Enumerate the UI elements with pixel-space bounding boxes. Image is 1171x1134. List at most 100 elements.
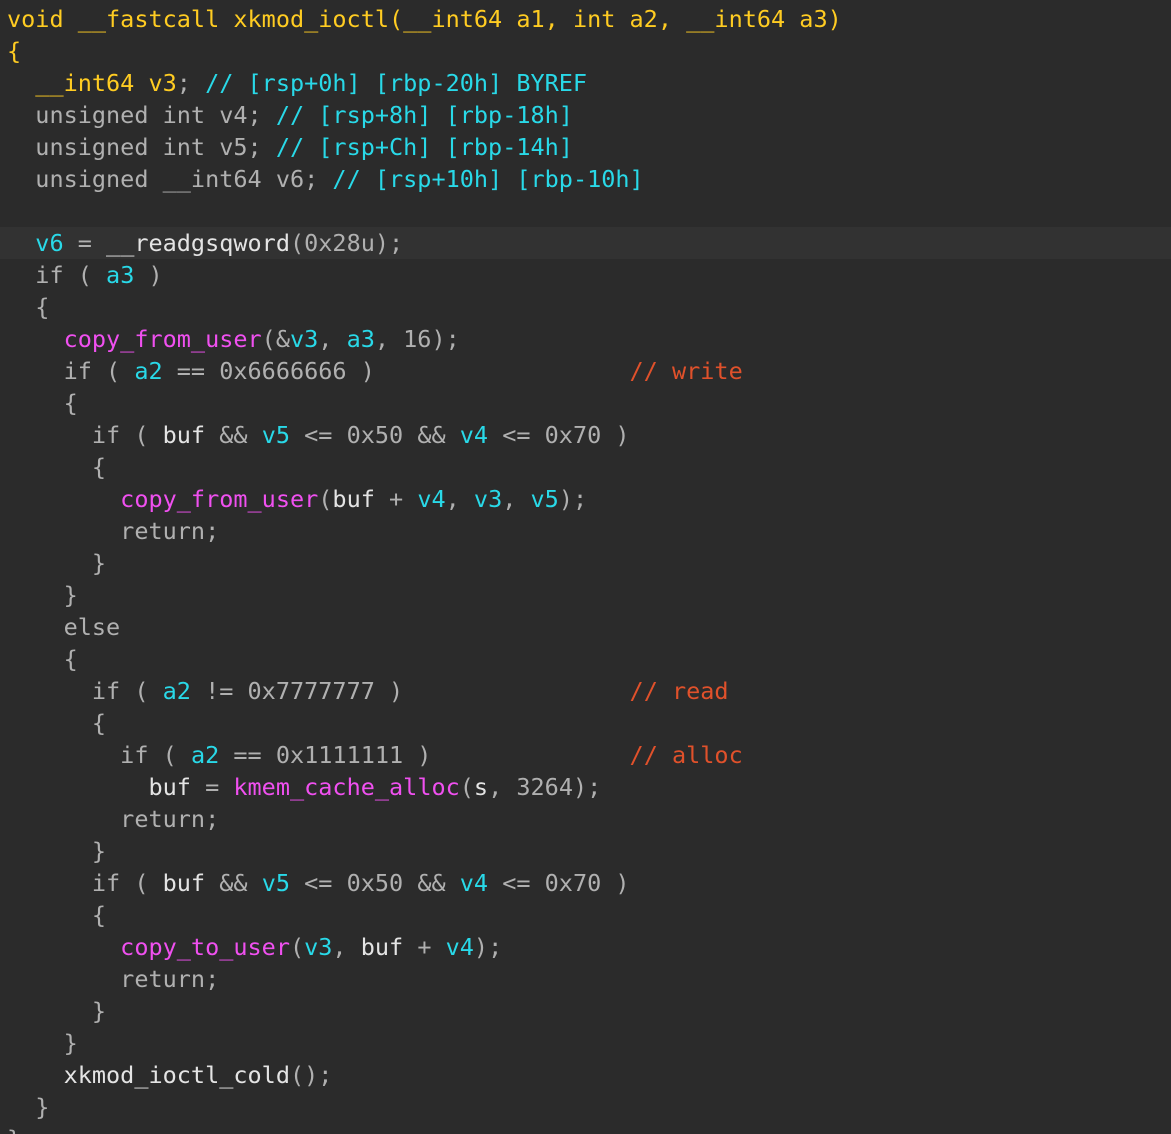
code-token: buf <box>7 773 191 801</box>
code-token: ) <box>134 261 163 289</box>
code-line[interactable]: } <box>0 547 1171 579</box>
code-line[interactable]: buf = kmem_cache_alloc(s, 3264); <box>0 771 1171 803</box>
code-line[interactable]: if ( a2 != 0x7777777 ) // read <box>0 675 1171 707</box>
code-token: copy_to_user <box>7 933 290 961</box>
code-token: } <box>7 997 107 1025</box>
code-token: , <box>445 485 474 513</box>
code-token: && <box>205 869 262 897</box>
code-line[interactable]: if ( a2 == 0x6666666 ) // write <box>0 355 1171 387</box>
code-token: // write <box>629 357 743 385</box>
code-token: ; <box>304 165 333 193</box>
code-line[interactable]: if ( a2 == 0x1111111 ) // alloc <box>0 739 1171 771</box>
code-line[interactable]: return; <box>0 803 1171 835</box>
code-token: a2 <box>190 741 220 769</box>
code-token: if ( <box>7 677 163 705</box>
code-token: ( <box>459 773 474 801</box>
code-token: xkmod_ioctl_cold <box>7 1061 290 1089</box>
code-line[interactable]: if ( buf && v5 <= 0x50 && v4 <= 0x70 ) <box>0 419 1171 451</box>
code-line[interactable]: } <box>0 1027 1171 1059</box>
code-line[interactable]: { <box>0 899 1171 931</box>
code-line[interactable]: __int64 v3; // [rsp+0h] [rbp-20h] BYREF <box>0 67 1171 99</box>
code-line[interactable]: } <box>0 995 1171 1027</box>
code-line[interactable]: v6 = __readgsqword(0x28u); <box>0 227 1171 259</box>
code-token: { <box>7 901 107 929</box>
code-line[interactable]: { <box>0 35 1171 67</box>
code-token: __int64 v3 <box>7 69 177 97</box>
code-token: v4 <box>445 933 474 961</box>
code-token: // read <box>629 677 729 705</box>
code-line[interactable]: return; <box>0 515 1171 547</box>
code-token: return; <box>7 805 220 833</box>
code-token: ; <box>176 69 206 97</box>
code-token: v4 <box>459 421 489 449</box>
code-token: __int64 a1 <box>403 5 545 33</box>
code-token: v3 <box>304 933 333 961</box>
code-token: __int64 a3 <box>686 5 828 33</box>
code-token: ( <box>289 933 305 961</box>
code-token: if ( <box>7 741 191 769</box>
code-token: unsigned int v4 <box>7 101 248 129</box>
code-token: ; <box>247 101 276 129</box>
code-token: } <box>7 837 107 865</box>
code-token: (); <box>289 1061 333 1089</box>
code-token: if ( <box>7 869 163 897</box>
code-line[interactable]: { <box>0 643 1171 675</box>
pseudocode-editor[interactable]: void __fastcall xkmod_ioctl(__int64 a1 , … <box>0 0 1171 1134</box>
code-token: != 0x7777777 ) <box>190 677 630 705</box>
code-token: } <box>7 1125 21 1134</box>
code-line[interactable]: if ( buf && v5 <= 0x50 && v4 <= 0x70 ) <box>0 867 1171 899</box>
code-token: return; <box>7 517 220 545</box>
code-token: int a2 <box>572 5 658 33</box>
code-line[interactable]: if ( a3 ) <box>0 259 1171 291</box>
code-token: = <box>190 773 234 801</box>
code-token: { <box>7 453 107 481</box>
code-token: // alloc <box>629 741 743 769</box>
code-token: // [rsp+Ch] [rbp-14h] <box>275 133 573 161</box>
code-token: } <box>7 1093 50 1121</box>
code-line[interactable]: } <box>0 835 1171 867</box>
code-line[interactable]: copy_from_user(&v3, a3, 16); <box>0 323 1171 355</box>
code-token: (0x28u); <box>289 229 404 257</box>
code-line[interactable]: xkmod_ioctl_cold(); <box>0 1059 1171 1091</box>
code-line[interactable]: } <box>0 1091 1171 1123</box>
code-token: { <box>7 389 78 417</box>
code-line[interactable]: else <box>0 611 1171 643</box>
code-token: v4 <box>459 869 489 897</box>
code-token: a2 <box>134 357 163 385</box>
code-token: else <box>7 613 121 641</box>
code-line[interactable]: copy_from_user(buf + v4, v3, v5); <box>0 483 1171 515</box>
code-token: v5 <box>261 421 290 449</box>
code-line[interactable]: } <box>0 1123 1171 1134</box>
code-token: __readgsqword <box>106 229 290 257</box>
code-token: v4 <box>417 485 446 513</box>
code-line[interactable]: return; <box>0 963 1171 995</box>
code-line[interactable]: { <box>0 451 1171 483</box>
code-token: buf <box>360 933 404 961</box>
code-token: , 16); <box>374 325 460 353</box>
code-token: == 0x1111111 ) <box>219 741 630 769</box>
code-token: <= 0x70 ) <box>488 869 630 897</box>
code-token: s <box>473 773 489 801</box>
code-line[interactable]: unsigned int v4; // [rsp+8h] [rbp-18h] <box>0 99 1171 131</box>
code-token: unsigned __int64 v6 <box>7 165 305 193</box>
code-line[interactable]: copy_to_user(v3, buf + v4); <box>0 931 1171 963</box>
code-line[interactable]: unsigned int v5; // [rsp+Ch] [rbp-14h] <box>0 131 1171 163</box>
code-token: v3 <box>473 485 503 513</box>
code-token: , <box>544 5 573 33</box>
code-line[interactable]: unsigned __int64 v6; // [rsp+10h] [rbp-1… <box>0 163 1171 195</box>
code-token: if ( <box>7 261 107 289</box>
code-line[interactable] <box>0 195 1171 227</box>
code-token: && <box>205 421 262 449</box>
code-token: // [rsp+0h] [rbp-20h] BYREF <box>205 69 588 97</box>
code-token: = <box>63 229 107 257</box>
code-line[interactable]: { <box>0 387 1171 419</box>
code-line[interactable]: { <box>0 707 1171 739</box>
code-token: <= 0x50 && <box>289 869 460 897</box>
code-token: v5 <box>261 869 290 897</box>
code-line[interactable]: void __fastcall xkmod_ioctl(__int64 a1, … <box>0 3 1171 35</box>
code-token: } <box>7 581 78 609</box>
code-token: ; <box>247 133 276 161</box>
code-line[interactable]: { <box>0 291 1171 323</box>
code-line[interactable]: } <box>0 579 1171 611</box>
code-token: v5 <box>530 485 559 513</box>
